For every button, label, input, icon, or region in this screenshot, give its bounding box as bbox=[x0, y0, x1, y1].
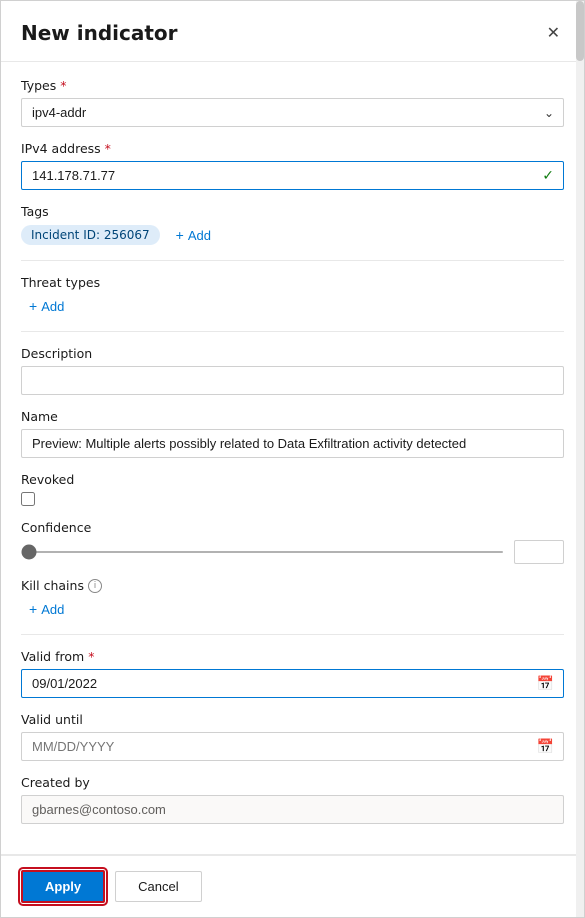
kill-chains-add-button[interactable]: + Add bbox=[21, 598, 72, 620]
revoked-checkbox[interactable] bbox=[21, 492, 35, 506]
created-by-input bbox=[21, 795, 564, 824]
ipv4-label: IPv4 address * bbox=[21, 141, 564, 156]
valid-from-wrapper: 📅 bbox=[21, 669, 564, 698]
name-label: Name bbox=[21, 409, 564, 424]
ipv4-field-group: IPv4 address * ✓ bbox=[21, 141, 564, 190]
threat-types-label: Threat types bbox=[21, 275, 564, 290]
check-icon: ✓ bbox=[542, 168, 554, 184]
description-label: Description bbox=[21, 346, 564, 361]
new-indicator-dialog: New indicator ✕ Types * ipv4-addr ⌄ I bbox=[0, 0, 585, 918]
confidence-field-group: Confidence bbox=[21, 520, 564, 564]
ipv4-input-wrapper: ✓ bbox=[21, 161, 564, 190]
plus-icon: + bbox=[176, 227, 184, 243]
types-select-wrapper: ipv4-addr ⌄ bbox=[21, 98, 564, 127]
confidence-row bbox=[21, 540, 564, 564]
plus-icon-kill: + bbox=[29, 601, 37, 617]
valid-until-wrapper: 📅 bbox=[21, 732, 564, 761]
dialog-title: New indicator bbox=[21, 21, 178, 45]
scrollbar-thumb[interactable] bbox=[576, 1, 584, 61]
description-input[interactable] bbox=[21, 366, 564, 395]
apply-button[interactable]: Apply bbox=[21, 870, 105, 903]
tag-badge: Incident ID: 256067 bbox=[21, 225, 160, 245]
name-input[interactable] bbox=[21, 429, 564, 458]
close-icon: ✕ bbox=[547, 23, 560, 43]
confidence-value-input[interactable] bbox=[514, 540, 564, 564]
description-field-group: Description bbox=[21, 346, 564, 395]
plus-icon-threat: + bbox=[29, 298, 37, 314]
kill-chains-add-row: + Add bbox=[21, 598, 564, 620]
revoked-field-group: Revoked bbox=[21, 472, 564, 506]
tags-field-group: Tags Incident ID: 256067 + Add bbox=[21, 204, 564, 246]
required-star: * bbox=[60, 78, 66, 93]
name-field-group: Name bbox=[21, 409, 564, 458]
threat-types-add-button[interactable]: + Add bbox=[21, 295, 72, 317]
kill-chains-label: Kill chains i bbox=[21, 578, 564, 593]
threat-types-field-group: Threat types + Add bbox=[21, 275, 564, 317]
created-by-label: Created by bbox=[21, 775, 564, 790]
scrollbar-track bbox=[576, 1, 584, 917]
dialog-footer: Apply Cancel bbox=[1, 854, 584, 917]
dialog-header: New indicator ✕ bbox=[1, 1, 584, 62]
revoked-checkbox-row bbox=[21, 492, 564, 506]
dialog-body: Types * ipv4-addr ⌄ IPv4 address * ✓ bbox=[1, 62, 584, 854]
required-star-valid-from: * bbox=[88, 649, 94, 664]
divider-3 bbox=[21, 634, 564, 635]
tags-row: Incident ID: 256067 + Add bbox=[21, 224, 564, 246]
confidence-label: Confidence bbox=[21, 520, 564, 535]
types-field-group: Types * ipv4-addr ⌄ bbox=[21, 78, 564, 127]
types-select[interactable]: ipv4-addr bbox=[21, 98, 564, 127]
divider-1 bbox=[21, 260, 564, 261]
valid-from-input[interactable] bbox=[21, 669, 564, 698]
confidence-slider[interactable] bbox=[21, 551, 504, 553]
valid-until-field-group: Valid until 📅 bbox=[21, 712, 564, 761]
valid-from-label: Valid from * bbox=[21, 649, 564, 664]
valid-until-input[interactable] bbox=[21, 732, 564, 761]
kill-chains-field-group: Kill chains i + Add bbox=[21, 578, 564, 620]
threat-types-add-row: + Add bbox=[21, 295, 564, 317]
info-icon[interactable]: i bbox=[88, 579, 102, 593]
cancel-button[interactable]: Cancel bbox=[115, 871, 201, 902]
required-star-ipv4: * bbox=[105, 141, 111, 156]
created-by-field-group: Created by bbox=[21, 775, 564, 824]
valid-from-field-group: Valid from * 📅 bbox=[21, 649, 564, 698]
revoked-label: Revoked bbox=[21, 472, 564, 487]
tags-label: Tags bbox=[21, 204, 564, 219]
valid-until-label: Valid until bbox=[21, 712, 564, 727]
divider-2 bbox=[21, 331, 564, 332]
types-label: Types * bbox=[21, 78, 564, 93]
close-button[interactable]: ✕ bbox=[543, 19, 564, 47]
ipv4-input[interactable] bbox=[21, 161, 564, 190]
tags-add-button[interactable]: + Add bbox=[168, 224, 219, 246]
